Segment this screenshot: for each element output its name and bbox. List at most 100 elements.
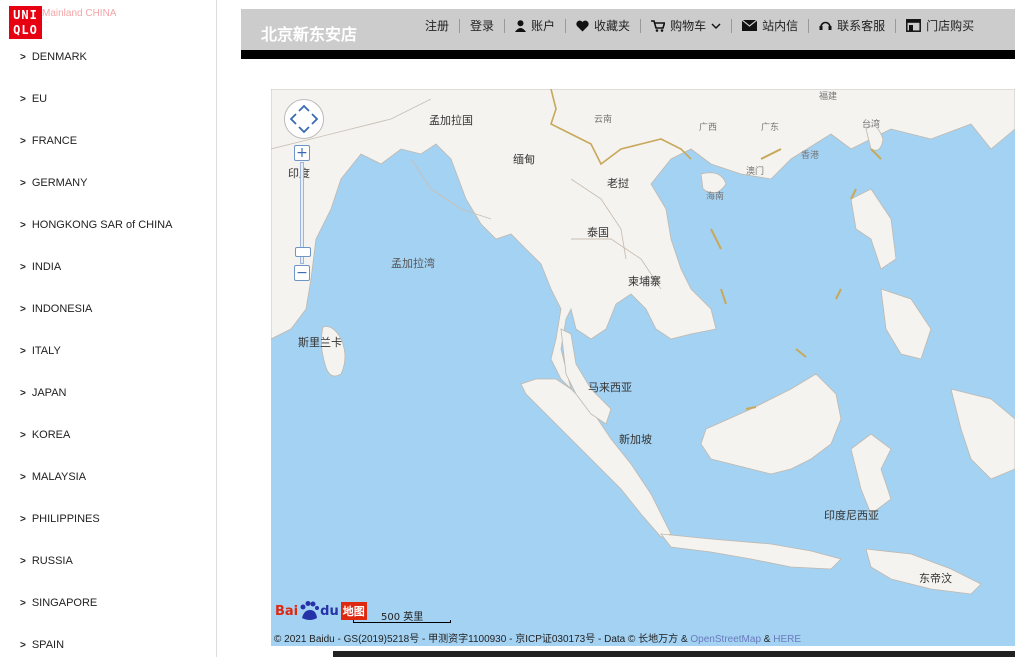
chevron-right-icon: > (20, 598, 26, 609)
map-label-east-timor: 东帝汶 (919, 572, 952, 585)
country-item[interactable]: > INDIA (0, 246, 215, 288)
chevron-right-icon: > (20, 136, 26, 147)
map-label-fujian: 福建 (819, 92, 838, 102)
country-item[interactable]: > KOREA (0, 414, 215, 456)
country-item[interactable]: > SINGAPORE (0, 582, 215, 624)
paw-icon (300, 601, 320, 620)
header-bar: 北京新东安店 注册 登录 账户 收藏夹 购物车 站内信 联系客服 门店购买 (241, 9, 1015, 50)
uniqlo-logo[interactable]: UNI QLO (9, 6, 42, 39)
login-link[interactable]: 登录 (459, 18, 504, 33)
chevron-right-icon: > (20, 640, 26, 651)
country-item[interactable]: > SPAIN (0, 624, 215, 657)
chevron-right-icon: > (20, 472, 26, 483)
baidu-logo-text: Bai (275, 603, 299, 619)
country-label: INDONESIA (31, 303, 93, 315)
map-label-sri-lanka: 斯里兰卡 (298, 336, 342, 349)
openstreetmap-link[interactable]: OpenStreetMap (690, 634, 761, 645)
country-label: FRANCE (31, 135, 78, 147)
map-label-cambodia: 柬埔寨 (628, 275, 661, 288)
country-label: GERMANY (31, 177, 88, 189)
map-pan-control[interactable] (284, 99, 324, 139)
baidu-logo-du: du (320, 603, 339, 619)
country-item[interactable]: > PHILIPPINES (0, 498, 215, 540)
user-icon (515, 19, 527, 32)
store-map[interactable]: 孟加拉国 缅甸 印度 老挝 泰国 柬埔寨 孟加拉湾 斯里兰卡 马来西亚 新加坡 … (271, 89, 1015, 646)
region-label: Mainland CHINA (42, 8, 117, 19)
country-item[interactable]: > MALAYSIA (0, 456, 215, 498)
store-buy-link[interactable]: 门店购买 (895, 18, 984, 33)
zoom-out-button[interactable]: − (294, 265, 310, 281)
map-label-thailand: 泰国 (587, 226, 609, 239)
map-geography (271, 89, 1015, 595)
country-item[interactable]: > JAPAN (0, 372, 215, 414)
cart-link[interactable]: 购物车 (640, 18, 731, 33)
chevron-right-icon: > (20, 94, 26, 105)
country-item[interactable]: > ITALY (0, 330, 215, 372)
scale-bar (353, 620, 451, 623)
country-item[interactable]: > EU (0, 78, 215, 120)
country-item[interactable]: > DENMARK (0, 36, 215, 78)
account-link[interactable]: 账户 (504, 18, 565, 33)
country-label: SINGAPORE (31, 597, 98, 609)
register-link[interactable]: 注册 (415, 19, 459, 33)
country-item[interactable]: > INDONESIA (0, 288, 215, 330)
map-label-taiwan: 台湾 (862, 120, 881, 130)
heart-icon (576, 20, 589, 31)
chevron-right-icon: > (20, 220, 26, 231)
country-list: > DENMARK > EU > FRANCE > GERMANY > HONGKONG SAR … (0, 36, 215, 657)
country-label: EU (31, 93, 48, 105)
country-label: PHILIPPINES (31, 513, 100, 525)
chevron-right-icon: > (20, 388, 26, 399)
country-item[interactable]: > HONGKONG SAR of CHINA (0, 204, 215, 246)
map-label-laos: 老挝 (607, 177, 629, 190)
country-item[interactable]: > RUSSIA (0, 540, 215, 582)
chevron-right-icon: > (20, 178, 26, 189)
country-label: INDIA (31, 261, 62, 273)
store-icon (906, 19, 922, 32)
store-name: 北京新东安店 (261, 25, 358, 44)
map-label-india: 印度 (288, 167, 310, 180)
headset-icon (819, 21, 832, 30)
map-label-singapore: 新加坡 (619, 433, 652, 446)
chevron-right-icon: > (20, 514, 26, 525)
messages-link[interactable]: 站内信 (731, 18, 808, 33)
chevron-down-icon (711, 23, 721, 29)
cart-icon (651, 19, 666, 32)
country-label: RUSSIA (31, 555, 73, 567)
chevron-right-icon: > (20, 262, 26, 273)
country-label: JAPAN (31, 387, 67, 399)
map-label-bangladesh: 孟加拉国 (429, 114, 473, 127)
contact-link[interactable]: 联系客服 (808, 18, 895, 33)
country-sidebar: UNI QLO Mainland CHINA > DENMARK > EU > FRANC… (0, 0, 217, 657)
map-scale: 500 英里 (353, 608, 451, 624)
map-label-guangdong: 广东 (761, 123, 780, 133)
map-label-bay-of-bengal: 孟加拉湾 (391, 257, 435, 270)
bottom-scrollbar[interactable] (333, 651, 1015, 657)
map-label-myanmar: 缅甸 (513, 153, 535, 166)
chevron-right-icon: > (20, 52, 26, 63)
pan-arrows-icon (289, 104, 319, 134)
envelope-icon (742, 20, 758, 31)
map-label-macau: 澳门 (746, 167, 765, 177)
logo-line1: UNI (13, 8, 38, 22)
country-label: KOREA (31, 429, 71, 441)
map-label-hongkong: 香港 (801, 151, 820, 161)
country-label: MALAYSIA (31, 471, 87, 483)
map-label-hainan: 海南 (706, 192, 725, 202)
chevron-right-icon: > (20, 430, 26, 441)
map-label-malaysia: 马来西亚 (588, 381, 632, 394)
country-label: ITALY (31, 345, 61, 357)
country-label: HONGKONG SAR of CHINA (31, 219, 173, 231)
country-item[interactable]: > FRANCE (0, 120, 215, 162)
country-label: DENMARK (31, 51, 87, 63)
map-copyright: © 2021 Baidu - GS(2019)5218号 - 甲测资字11009… (274, 634, 802, 645)
zoom-in-button[interactable]: + (294, 145, 310, 161)
map-label-guangxi: 广西 (699, 123, 718, 133)
here-link[interactable]: HERE (773, 634, 801, 645)
zoom-slider-handle[interactable] (295, 247, 311, 257)
header-divider (241, 50, 1015, 59)
chevron-right-icon: > (20, 304, 26, 315)
country-label: SPAIN (31, 639, 65, 651)
favorites-link[interactable]: 收藏夹 (565, 18, 640, 33)
country-item[interactable]: > GERMANY (0, 162, 215, 204)
